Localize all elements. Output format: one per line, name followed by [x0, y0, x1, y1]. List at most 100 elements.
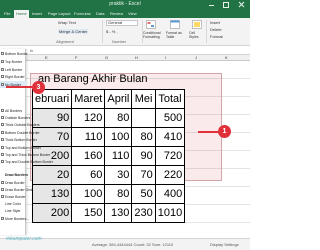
tab-review[interactable]: Review [108, 10, 125, 17]
ribbon-tabs: File Home Insert Page Layout Formulas Da… [0, 9, 250, 18]
column-header[interactable]: E [45, 55, 48, 60]
menu-item-draw-border-grid[interactable]: Draw Border Grid [5, 188, 32, 192]
tab-home[interactable]: Home [14, 10, 29, 18]
table-cell[interactable]: 100 [104, 127, 133, 147]
table-cell[interactable]: 720 [154, 146, 186, 166]
menu-item-line-color[interactable]: Line Color [5, 202, 21, 206]
table-cell[interactable]: 130 [104, 203, 133, 223]
format-cells-button[interactable]: Format [210, 34, 223, 39]
table-cell[interactable]: 160 [71, 146, 106, 166]
table-cell[interactable]: 70 [131, 165, 156, 185]
menu-item-more-borders[interactable]: More Borders... [5, 217, 29, 221]
column-header[interactable]: I [165, 55, 166, 60]
table-cell[interactable]: 110 [71, 127, 106, 147]
cell-styles-label[interactable]: Cell Styles [189, 31, 203, 39]
grid-pencil-icon [1, 188, 4, 191]
table-cell[interactable]: 1010 [154, 203, 186, 223]
format-as-table-label[interactable]: Format as Table [166, 31, 186, 39]
column-header[interactable]: K [225, 55, 228, 60]
alignment-group-label: Alignment [56, 39, 74, 44]
menu-item-top-double-bottom-border[interactable]: Top and Double Bottom Border [5, 160, 53, 164]
fx-label: fx [30, 48, 34, 53]
table-cell[interactable]: 60 [71, 165, 106, 185]
table-cell[interactable]: 230 [131, 203, 156, 223]
table-cell[interactable]: 120 [71, 108, 106, 128]
menu-item-draw-border[interactable]: Draw Border [5, 181, 25, 185]
close-icon[interactable] [238, 1, 245, 8]
menu-item-erase-border[interactable]: Erase Border [5, 195, 26, 199]
thick-bottom-border-icon [1, 138, 4, 141]
format-as-table-icon[interactable] [170, 20, 180, 29]
formula-bar[interactable]: fx [0, 47, 250, 55]
table-cell[interactable]: 80 [104, 184, 133, 204]
header-cell[interactable]: Mei [131, 89, 156, 109]
merge-center-button[interactable]: Merge & Center [58, 29, 89, 34]
column-header[interactable]: H [135, 55, 138, 60]
table-cell[interactable]: 20 [31, 165, 73, 185]
table-cell[interactable]: 500 [154, 108, 186, 128]
tab-view[interactable]: View [126, 10, 139, 17]
table-cell[interactable]: 30 [104, 165, 133, 185]
menu-item-all-borders[interactable]: All Borders [5, 109, 22, 113]
bottom-double-border-icon [1, 131, 4, 134]
tab-formulas[interactable]: Formulas [72, 10, 93, 17]
table-cell[interactable]: 130 [31, 184, 73, 204]
borders-dropdown-menu: Bottom Border Top Border Left Border Rig… [0, 49, 53, 235]
tab-page-layout[interactable]: Page Layout [46, 10, 72, 17]
menu-item-thick-bottom-border[interactable]: Thick Bottom Border [5, 138, 37, 142]
table-cell[interactable] [131, 108, 156, 128]
number-format-value: General [108, 20, 123, 25]
menu-item-top-thick-bottom-border[interactable]: Top and Thick Bottom Border [5, 153, 50, 157]
menu-item-line-style[interactable]: Line Style [5, 209, 20, 213]
table-cell[interactable]: 90 [131, 146, 156, 166]
no-border-icon [1, 83, 4, 86]
table-cell[interactable]: 410 [154, 127, 186, 147]
conditional-formatting-label[interactable]: Conditional Formatting [143, 31, 163, 39]
menu-item-bottom-border[interactable]: Bottom Border [5, 52, 28, 56]
table-cell[interactable]: 220 [154, 165, 186, 185]
tab-file[interactable]: File [2, 10, 12, 17]
table-cell[interactable]: 110 [104, 146, 133, 166]
table-row: 90 120 80 500 [31, 108, 186, 128]
table-cell[interactable]: 200 [31, 203, 73, 223]
menu-item-top-bottom-border[interactable]: Top and Bottom Border [5, 146, 41, 150]
table-cell[interactable]: 400 [154, 184, 186, 204]
header-cell[interactable]: April [104, 89, 133, 109]
right-border-icon [1, 75, 4, 78]
thick-outside-borders-icon [1, 123, 4, 126]
column-header[interactable]: J [195, 55, 197, 60]
number-format-select[interactable]: General [106, 20, 138, 26]
pencil-icon [1, 181, 4, 184]
table-cell[interactable]: 80 [131, 127, 156, 147]
callout-arrow-3 [6, 86, 32, 88]
cell-styles-icon[interactable] [192, 20, 202, 29]
table-cell[interactable]: 50 [131, 184, 156, 204]
delete-cells-button[interactable]: Delete [210, 27, 222, 32]
ribbon: Wrap Text Merge & Center Alignment Gener… [0, 18, 250, 46]
left-border-icon [1, 68, 4, 71]
header-cell[interactable]: Maret [71, 89, 106, 109]
column-header[interactable]: G [105, 55, 108, 60]
table-cell[interactable]: 80 [104, 108, 133, 128]
minimize-icon[interactable] [208, 1, 215, 8]
table-cell[interactable]: 150 [71, 203, 106, 223]
column-header[interactable]: F [75, 55, 77, 60]
menu-item-right-border[interactable]: Right Border [5, 75, 25, 79]
title-bar: praktik - Excel [0, 0, 250, 9]
maximize-icon[interactable] [222, 1, 229, 8]
display-settings-button[interactable]: Display Settings [210, 242, 239, 247]
menu-item-thick-outside-borders[interactable]: Thick Outside Borders [5, 123, 40, 127]
menu-item-outside-borders[interactable]: Outside Borders [5, 116, 30, 120]
number-symbols[interactable]: $ - % , [106, 29, 118, 34]
menu-item-bottom-double-border[interactable]: Bottom Double Border [5, 131, 40, 135]
header-cell[interactable]: Total [154, 89, 186, 109]
menu-item-left-border[interactable]: Left Border [5, 68, 22, 72]
wrap-text-button[interactable]: Wrap Text [58, 20, 76, 25]
tab-data[interactable]: Data [94, 10, 106, 17]
tab-insert[interactable]: Insert [30, 10, 44, 17]
conditional-formatting-icon[interactable] [146, 20, 156, 29]
menu-item-top-border[interactable]: Top Border [5, 60, 22, 64]
insert-cells-button[interactable]: Insert [210, 20, 220, 25]
table-cell[interactable]: 100 [71, 184, 106, 204]
status-summary: Average: 384,4444444 Count: 32 Sum: 1211… [92, 242, 174, 247]
